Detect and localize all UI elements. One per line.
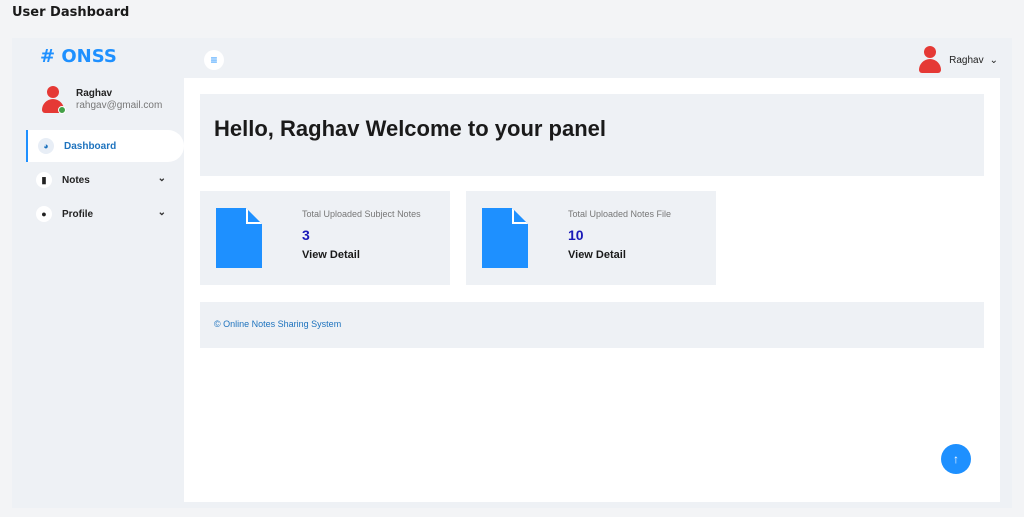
sidebar-nav: ◕ Dashboard ▮ Notes ⌄ ● Profile ⌄	[26, 130, 184, 232]
stat-card-notes-file: Total Uploaded Notes File 10 View Detail	[466, 191, 716, 285]
sidebar-item-dashboard[interactable]: ◕ Dashboard	[26, 130, 184, 162]
sidebar-item-label: Dashboard	[64, 140, 117, 152]
welcome-heading: Hello, Raghav Welcome to your panel	[214, 116, 607, 141]
page-footer: © Online Notes Sharing System	[200, 302, 984, 348]
file-icon	[482, 208, 528, 268]
sidebar-user-name: Raghav	[76, 88, 113, 99]
view-detail-link[interactable]: View Detail	[568, 249, 626, 261]
user-menu-name: Raghav	[949, 54, 984, 66]
user-icon: ●	[36, 206, 52, 222]
user-menu[interactable]: Raghav ⌄	[917, 46, 998, 74]
app-frame: # ONSS Raghav rahgav@gmail.com ◕ Dashboa…	[12, 38, 1012, 508]
scroll-to-top-button[interactable]: ↑	[941, 444, 971, 474]
dashboard-icon: ◕	[38, 138, 54, 154]
sidebar-user-email: rahgav@gmail.com	[76, 100, 163, 111]
sidebar-item-label: Notes	[62, 174, 90, 186]
stat-card-value: 3	[302, 227, 310, 243]
file-icon: ▮	[36, 172, 52, 188]
sidebar-item-profile[interactable]: ● Profile ⌄	[26, 198, 184, 230]
avatar	[917, 46, 943, 74]
brand-logo[interactable]: # ONSS	[40, 46, 117, 67]
stat-card-label: Total Uploaded Notes File	[568, 209, 672, 219]
stat-card-label: Total Uploaded Subject Notes	[302, 209, 421, 219]
chevron-down-icon: ⌄	[157, 173, 166, 184]
avatar	[40, 86, 66, 116]
sidebar-user: Raghav rahgav@gmail.com	[40, 86, 180, 122]
stat-card-value: 10	[568, 227, 584, 243]
stat-card-subject-notes: Total Uploaded Subject Notes 3 View Deta…	[200, 191, 450, 285]
page-caption: User Dashboard	[12, 5, 130, 20]
file-icon	[216, 208, 262, 268]
sidebar: # ONSS Raghav rahgav@gmail.com ◕ Dashboa…	[12, 38, 184, 508]
view-detail-link[interactable]: View Detail	[302, 249, 360, 261]
welcome-banner: Hello, Raghav Welcome to your panel	[200, 94, 984, 176]
chevron-down-icon: ⌄	[989, 54, 998, 66]
sidebar-item-label: Profile	[62, 208, 94, 220]
topbar: ≡ Raghav ⌄	[184, 38, 1012, 78]
hamburger-icon[interactable]: ≡	[204, 50, 224, 70]
main-content: Hello, Raghav Welcome to your panel Tota…	[184, 78, 1000, 502]
arrow-up-icon: ↑	[953, 452, 959, 466]
online-status-dot	[58, 106, 66, 114]
chevron-down-icon: ⌄	[157, 207, 166, 218]
sidebar-item-notes[interactable]: ▮ Notes ⌄	[26, 164, 184, 196]
footer-link[interactable]: © Online Notes Sharing System	[214, 319, 341, 329]
